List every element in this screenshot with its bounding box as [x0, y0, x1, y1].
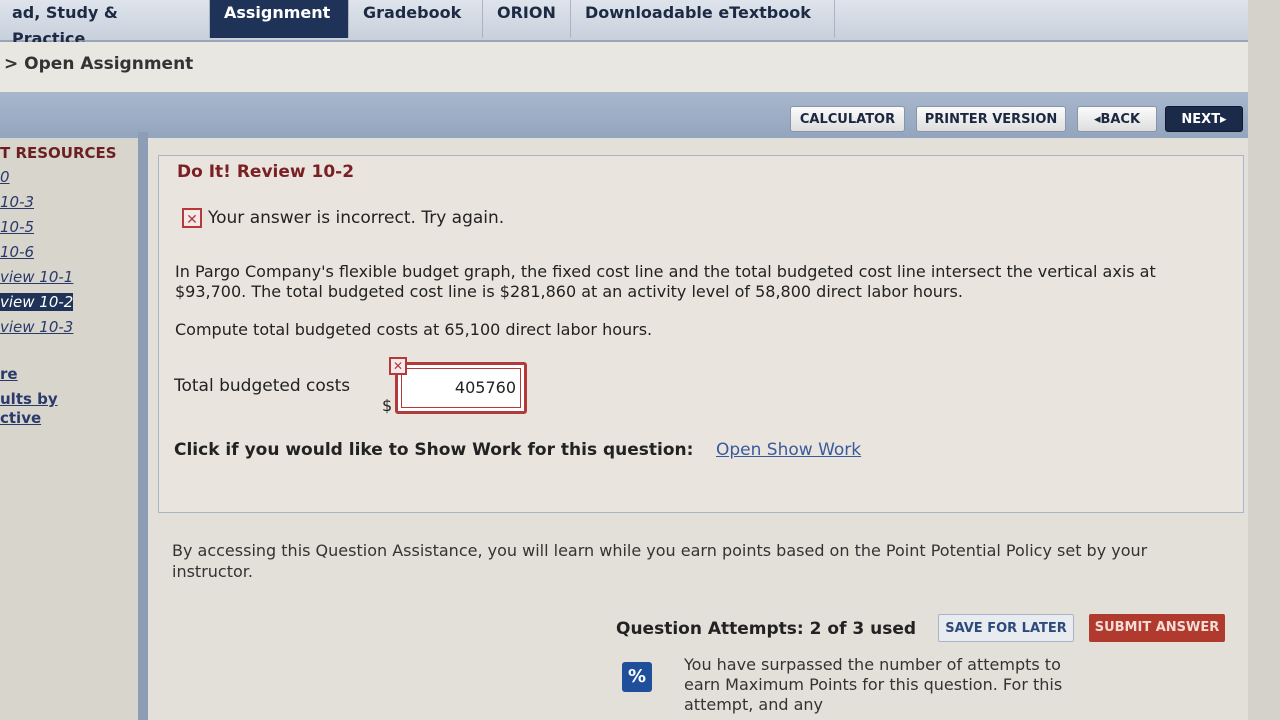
sidebar-link[interactable]: 10-6: [0, 243, 34, 261]
window-edge: [1248, 0, 1280, 720]
sidebar-link[interactable]: ults by: [0, 390, 58, 408]
tab-assignment[interactable]: Assignment: [210, 0, 349, 38]
next-button[interactable]: NEXT▸: [1165, 106, 1243, 132]
breadcrumb[interactable]: > Open Assignment: [4, 54, 193, 74]
printer-version-button[interactable]: PRINTER VERSION: [916, 106, 1066, 132]
toolbar: CALCULATOR PRINTER VERSION ◂BACK NEXT▸: [0, 92, 1248, 138]
sidebar-link[interactable]: view 10-1: [0, 268, 73, 286]
show-work-label: Click if you would like to Show Work for…: [174, 440, 694, 460]
assistance-text: By accessing this Question Assistance, y…: [172, 541, 1148, 581]
field-label: Total budgeted costs: [174, 376, 351, 396]
error-text: Your answer is incorrect. Try again.: [208, 208, 505, 228]
sidebar-link[interactable]: re: [0, 365, 18, 383]
tab-etextbook[interactable]: Downloadable eTextbook: [571, 0, 835, 38]
sidebar: T RESOURCES 0 10-3 10-5 10-6 view 10-1 v…: [0, 138, 140, 720]
sidebar-link[interactable]: view 10-3: [0, 318, 73, 336]
answer-field[interactable]: 405760: [395, 362, 527, 414]
sidebar-heading: T RESOURCES: [0, 144, 117, 162]
tab-read-study-practice[interactable]: ad, Study & Practice: [0, 0, 210, 48]
question-text: In Pargo Company's flexible budget graph…: [175, 262, 1156, 301]
top-nav: ad, Study & Practice Assignment Gradeboo…: [0, 0, 1248, 48]
save-for-later-button[interactable]: SAVE FOR LATER: [938, 614, 1074, 642]
tab-gradebook[interactable]: Gradebook: [349, 0, 483, 38]
sidebar-link[interactable]: 0: [0, 168, 10, 186]
field-incorrect-icon: ✕: [389, 357, 407, 375]
sidebar-link[interactable]: 10-3: [0, 193, 34, 211]
sidebar-link-selected[interactable]: view 10-2: [0, 293, 74, 311]
percent-icon: %: [622, 662, 652, 692]
policy-text: You have surpassed the number of attempt…: [684, 655, 1063, 714]
question-prompt: Compute total budgeted costs at 65,100 d…: [175, 320, 653, 339]
question-attempts: Question Attempts: 2 of 3 used: [616, 619, 917, 639]
question-title: Do It! Review 10-2: [177, 162, 355, 182]
sidebar-link[interactable]: 10-5: [0, 218, 34, 236]
error-message: ✕ Your answer is incorrect. Try again.: [182, 208, 504, 228]
back-button[interactable]: ◂BACK: [1077, 106, 1157, 132]
breadcrumb-bar: > Open Assignment: [0, 42, 1248, 92]
open-show-work-link[interactable]: Open Show Work: [716, 440, 861, 460]
answer-value[interactable]: 405760: [401, 368, 521, 408]
sidebar-divider: [138, 132, 148, 720]
incorrect-icon: ✕: [182, 208, 202, 228]
currency-symbol: $: [382, 396, 393, 415]
calculator-button[interactable]: CALCULATOR: [790, 106, 905, 132]
submit-answer-button[interactable]: SUBMIT ANSWER: [1089, 614, 1225, 642]
tab-orion[interactable]: ORION: [483, 0, 571, 38]
sidebar-link[interactable]: ctive: [0, 409, 41, 427]
